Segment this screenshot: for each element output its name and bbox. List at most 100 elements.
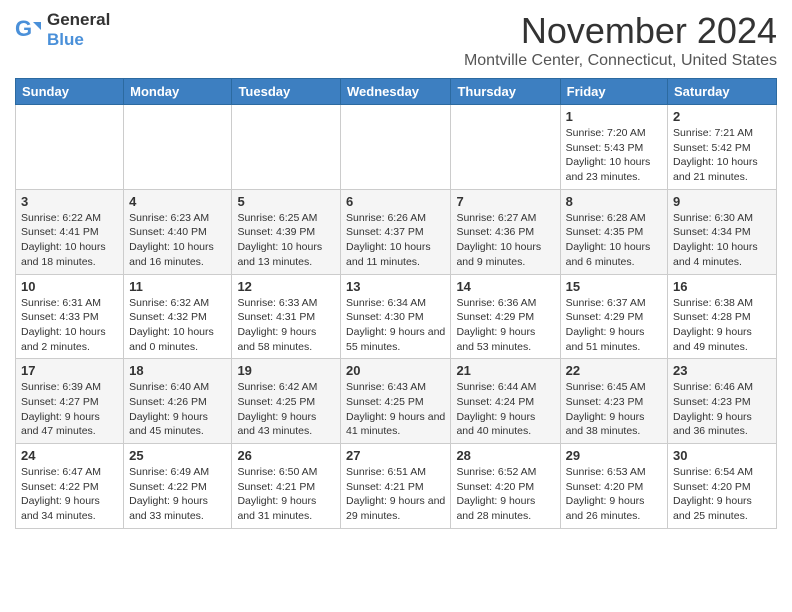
location-title: Montville Center, Connecticut, United St… (464, 52, 777, 70)
day-number: 10 (21, 279, 118, 294)
calendar-cell: 8 Sunrise: 6:28 AM Sunset: 4:35 PM Daylig… (560, 189, 667, 274)
calendar-cell: 13 Sunrise: 6:34 AM Sunset: 4:30 PM Dayli… (341, 274, 451, 359)
calendar-cell: 20 Sunrise: 6:43 AM Sunset: 4:25 PM Dayli… (341, 359, 451, 444)
calendar-cell: 9Sunrise: 6:30 AM Sunset: 4:34 PM Daylig… (668, 189, 777, 274)
week-row-4: 17 Sunrise: 6:39 AM Sunset: 4:27 PM Dayli… (16, 359, 777, 444)
day-info: Sunrise: 6:42 AM Sunset: 4:25 PM Dayligh… (237, 380, 335, 439)
calendar-cell: 19 Sunrise: 6:42 AM Sunset: 4:25 PM Dayli… (232, 359, 341, 444)
calendar-cell: 22Sunrise: 6:45 AM Sunset: 4:23 PM Dayli… (560, 359, 667, 444)
calendar-cell: 5Sunrise: 6:25 AM Sunset: 4:39 PM Daylig… (232, 189, 341, 274)
day-info: Sunrise: 6:52 AM Sunset: 4:20 PM Dayligh… (456, 465, 554, 524)
day-info: Sunrise: 6:32 AM Sunset: 4:32 PM Dayligh… (129, 296, 226, 355)
day-header-sunday: Sunday (16, 79, 124, 105)
calendar-cell: 24Sunrise: 6:47 AM Sunset: 4:22 PM Dayli… (16, 444, 124, 529)
calendar-cell (124, 105, 232, 190)
calendar-cell (232, 105, 341, 190)
day-number: 2 (673, 109, 771, 124)
day-info: Sunrise: 6:49 AM Sunset: 4:22 PM Dayligh… (129, 465, 226, 524)
day-number: 23 (673, 363, 771, 378)
day-header-friday: Friday (560, 79, 667, 105)
calendar-cell: 27Sunrise: 6:51 AM Sunset: 4:21 PM Dayli… (341, 444, 451, 529)
calendar-cell: 25 Sunrise: 6:49 AM Sunset: 4:22 PM Dayli… (124, 444, 232, 529)
day-info: Sunrise: 6:28 AM Sunset: 4:35 PM Dayligh… (566, 211, 662, 270)
day-info: Sunrise: 6:26 AM Sunset: 4:37 PM Dayligh… (346, 211, 445, 270)
day-header-saturday: Saturday (668, 79, 777, 105)
day-number: 17 (21, 363, 118, 378)
day-number: 16 (673, 279, 771, 294)
logo: G General Blue (15, 10, 110, 50)
day-info: Sunrise: 6:31 AM Sunset: 4:33 PM Dayligh… (21, 296, 118, 355)
day-number: 26 (237, 448, 335, 463)
day-number: 20 (346, 363, 445, 378)
day-header-wednesday: Wednesday (341, 79, 451, 105)
month-title: November 2024 (464, 10, 777, 52)
day-info: Sunrise: 6:36 AM Sunset: 4:29 PM Dayligh… (456, 296, 554, 355)
day-info: Sunrise: 7:21 AM Sunset: 5:42 PM Dayligh… (673, 126, 771, 185)
calendar-cell: 18Sunrise: 6:40 AM Sunset: 4:26 PM Dayli… (124, 359, 232, 444)
day-number: 8 (566, 194, 662, 209)
logo-blue: Blue (47, 30, 84, 49)
calendar-cell: 7Sunrise: 6:27 AM Sunset: 4:36 PM Daylig… (451, 189, 560, 274)
day-info: Sunrise: 6:39 AM Sunset: 4:27 PM Dayligh… (21, 380, 118, 439)
day-info: Sunrise: 6:53 AM Sunset: 4:20 PM Dayligh… (566, 465, 662, 524)
day-number: 7 (456, 194, 554, 209)
calendar-cell: 4 Sunrise: 6:23 AM Sunset: 4:40 PM Daylig… (124, 189, 232, 274)
day-number: 14 (456, 279, 554, 294)
calendar-cell: 2 Sunrise: 7:21 AM Sunset: 5:42 PM Daylig… (668, 105, 777, 190)
day-number: 27 (346, 448, 445, 463)
calendar-cell: 29Sunrise: 6:53 AM Sunset: 4:20 PM Dayli… (560, 444, 667, 529)
day-info: Sunrise: 6:46 AM Sunset: 4:23 PM Dayligh… (673, 380, 771, 439)
calendar-cell: 12Sunrise: 6:33 AM Sunset: 4:31 PM Dayli… (232, 274, 341, 359)
calendar-cell: 16 Sunrise: 6:38 AM Sunset: 4:28 PM Dayli… (668, 274, 777, 359)
day-info: Sunrise: 6:44 AM Sunset: 4:24 PM Dayligh… (456, 380, 554, 439)
day-number: 15 (566, 279, 662, 294)
day-number: 13 (346, 279, 445, 294)
calendar-cell: 28 Sunrise: 6:52 AM Sunset: 4:20 PM Dayli… (451, 444, 560, 529)
week-row-3: 10 Sunrise: 6:31 AM Sunset: 4:33 PM Dayli… (16, 274, 777, 359)
day-number: 19 (237, 363, 335, 378)
calendar-cell: 21 Sunrise: 6:44 AM Sunset: 4:24 PM Dayli… (451, 359, 560, 444)
header: G General Blue November 2024 Montville C… (15, 10, 777, 70)
title-area: November 2024 Montville Center, Connecti… (464, 10, 777, 70)
day-info: Sunrise: 6:23 AM Sunset: 4:40 PM Dayligh… (129, 211, 226, 270)
day-info: Sunrise: 6:43 AM Sunset: 4:25 PM Dayligh… (346, 380, 445, 439)
calendar-cell: 10 Sunrise: 6:31 AM Sunset: 4:33 PM Dayli… (16, 274, 124, 359)
day-info: Sunrise: 6:34 AM Sunset: 4:30 PM Dayligh… (346, 296, 445, 355)
calendar-table: SundayMondayTuesdayWednesdayThursdayFrid… (15, 78, 777, 529)
day-header-monday: Monday (124, 79, 232, 105)
day-number: 11 (129, 279, 226, 294)
calendar-cell: 11 Sunrise: 6:32 AM Sunset: 4:32 PM Dayli… (124, 274, 232, 359)
day-header-thursday: Thursday (451, 79, 560, 105)
calendar-cell (16, 105, 124, 190)
day-number: 21 (456, 363, 554, 378)
day-info: Sunrise: 6:22 AM Sunset: 4:41 PM Dayligh… (21, 211, 118, 270)
calendar-cell (341, 105, 451, 190)
logo-text: General Blue (47, 10, 110, 50)
header-row: SundayMondayTuesdayWednesdayThursdayFrid… (16, 79, 777, 105)
calendar-cell (451, 105, 560, 190)
day-number: 28 (456, 448, 554, 463)
logo-general: General (47, 10, 110, 29)
day-info: Sunrise: 6:30 AM Sunset: 4:34 PM Dayligh… (673, 211, 771, 270)
day-info: Sunrise: 6:45 AM Sunset: 4:23 PM Dayligh… (566, 380, 662, 439)
day-info: Sunrise: 6:38 AM Sunset: 4:28 PM Dayligh… (673, 296, 771, 355)
day-number: 4 (129, 194, 226, 209)
day-number: 3 (21, 194, 118, 209)
svg-text:G: G (15, 16, 32, 41)
calendar-cell: 6Sunrise: 6:26 AM Sunset: 4:37 PM Daylig… (341, 189, 451, 274)
day-info: Sunrise: 7:20 AM Sunset: 5:43 PM Dayligh… (566, 126, 662, 185)
calendar-cell: 17 Sunrise: 6:39 AM Sunset: 4:27 PM Dayli… (16, 359, 124, 444)
calendar-cell: 23 Sunrise: 6:46 AM Sunset: 4:23 PM Dayli… (668, 359, 777, 444)
calendar-cell: 1Sunrise: 7:20 AM Sunset: 5:43 PM Daylig… (560, 105, 667, 190)
day-number: 18 (129, 363, 226, 378)
calendar-cell: 3 Sunrise: 6:22 AM Sunset: 4:41 PM Daylig… (16, 189, 124, 274)
week-row-2: 3 Sunrise: 6:22 AM Sunset: 4:41 PM Daylig… (16, 189, 777, 274)
day-number: 25 (129, 448, 226, 463)
day-info: Sunrise: 6:33 AM Sunset: 4:31 PM Dayligh… (237, 296, 335, 355)
week-row-1: 1Sunrise: 7:20 AM Sunset: 5:43 PM Daylig… (16, 105, 777, 190)
day-info: Sunrise: 6:25 AM Sunset: 4:39 PM Dayligh… (237, 211, 335, 270)
day-info: Sunrise: 6:37 AM Sunset: 4:29 PM Dayligh… (566, 296, 662, 355)
day-info: Sunrise: 6:47 AM Sunset: 4:22 PM Dayligh… (21, 465, 118, 524)
logo-icon: G (15, 16, 43, 44)
day-info: Sunrise: 6:50 AM Sunset: 4:21 PM Dayligh… (237, 465, 335, 524)
